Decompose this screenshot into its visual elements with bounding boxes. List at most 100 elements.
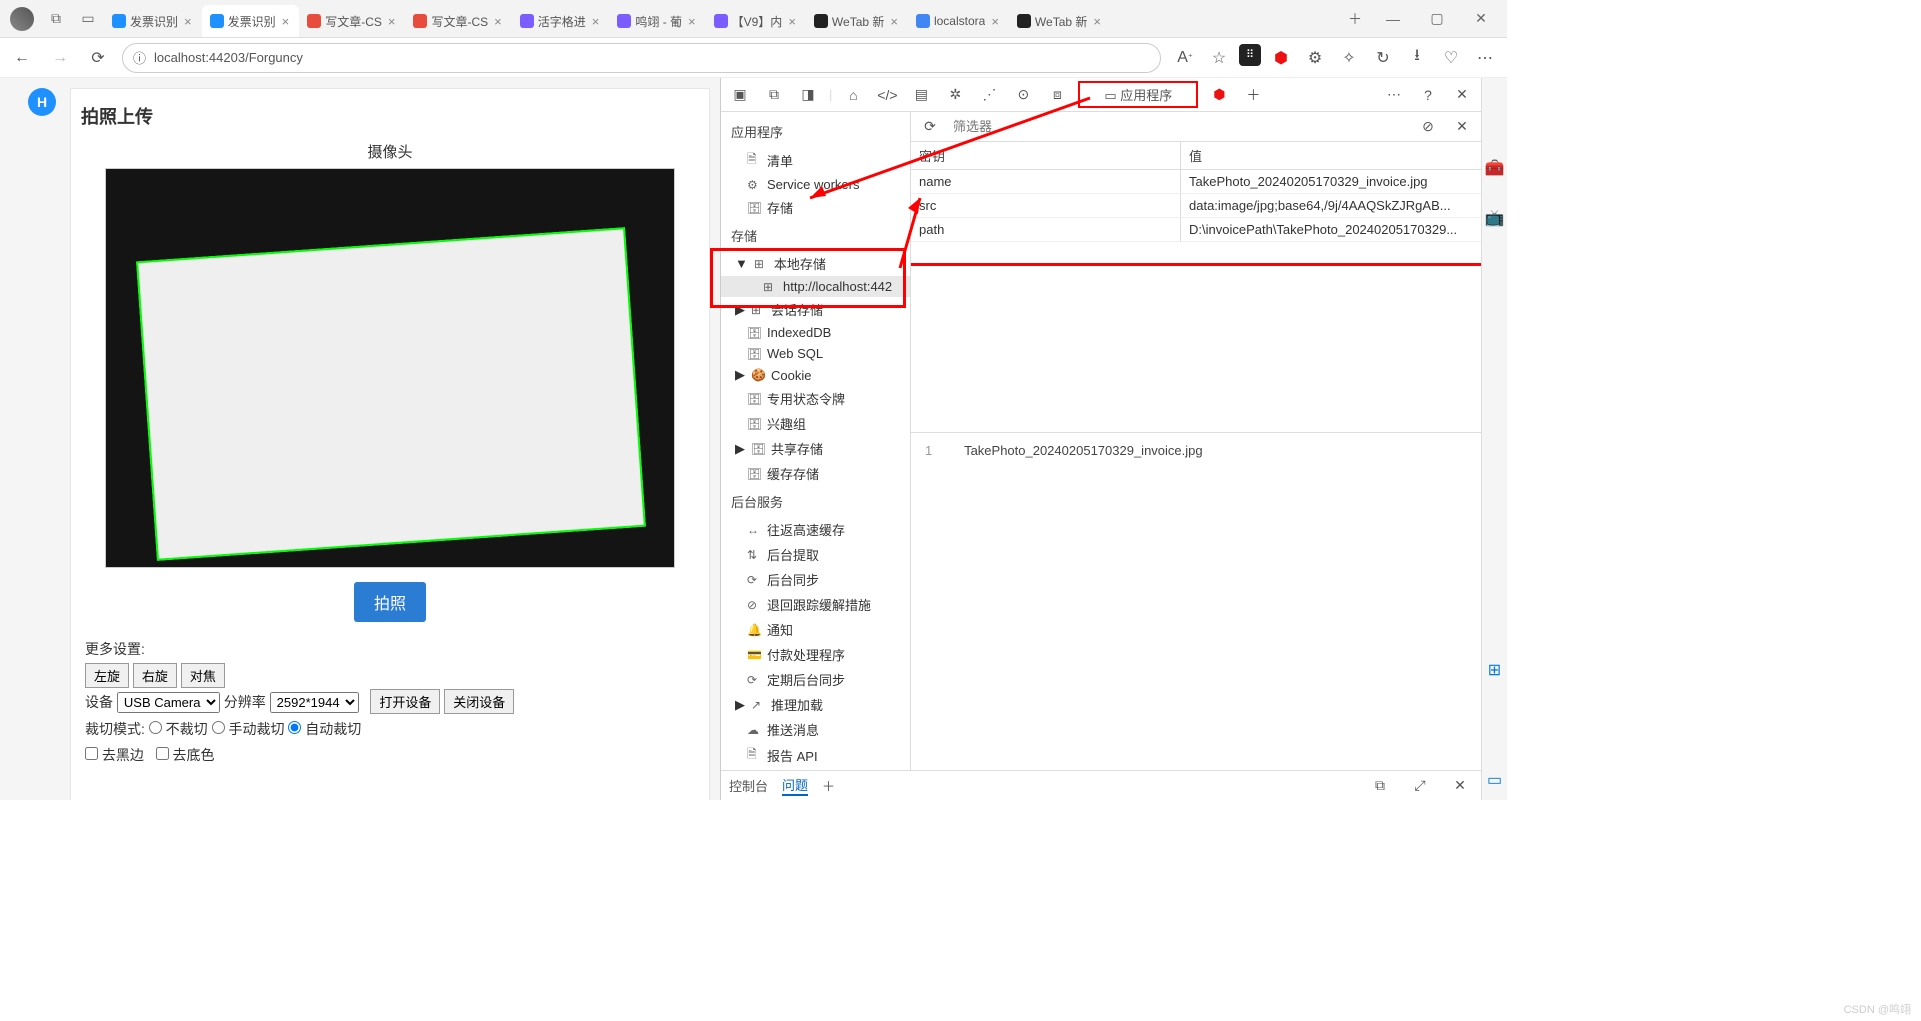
maximize-button[interactable]: ▢ <box>1415 3 1459 35</box>
sidebar-app1-icon[interactable]: 📺 <box>1485 208 1505 228</box>
devtools-menu-icon[interactable]: ⋯ <box>1381 82 1407 108</box>
application-tab[interactable]: ▭ 应用程序 <box>1078 81 1198 108</box>
sidebar-cookies[interactable]: ▶🍪Cookie <box>721 364 910 386</box>
browser-tab[interactable]: WeTab 新× <box>1009 5 1111 37</box>
performance-icon[interactable]: ⊙ <box>1010 82 1036 108</box>
ext1-icon[interactable]: ⠿ <box>1239 44 1261 66</box>
sidebar-local-storage[interactable]: ▼⊞本地存储 <box>721 251 910 276</box>
open-device-button[interactable]: 打开设备 <box>370 689 440 714</box>
more-tabs-button[interactable]: ＋ <box>1240 82 1266 108</box>
sidebar-app2-icon[interactable]: ⊞ <box>1488 660 1501 680</box>
minimize-button[interactable]: ― <box>1371 3 1415 35</box>
sidebar-payment[interactable]: 💳付款处理程序 <box>721 642 910 667</box>
close-tab-icon[interactable]: × <box>590 14 602 29</box>
sidebar-cache-storage[interactable]: 🗄缓存存储 <box>721 461 910 486</box>
sidebar-bfcache[interactable]: ↔往返高速缓存 <box>721 517 910 542</box>
inspect-icon[interactable]: ▣ <box>727 82 753 108</box>
browser-tab[interactable]: 【V9】内× <box>706 5 806 37</box>
focus-button[interactable]: 对焦 <box>181 663 225 688</box>
crop-none-radio[interactable]: 不裁切 <box>149 721 208 737</box>
workspaces-icon[interactable]: ⧉ <box>40 3 72 35</box>
close-tab-icon[interactable]: × <box>280 14 292 29</box>
extensions-icon[interactable]: ⚙ <box>1301 44 1329 72</box>
profile-avatar[interactable] <box>10 7 34 31</box>
col-key[interactable]: 密钥 <box>911 142 1181 169</box>
site-info-icon[interactable]: ⓘ <box>133 48 146 67</box>
device-select[interactable]: USB Camera <box>117 692 220 713</box>
browser-tab[interactable]: localstora× <box>908 5 1009 37</box>
device-icon[interactable]: ⧉ <box>761 82 787 108</box>
clear-storage-icon[interactable]: ⊘ <box>1415 114 1441 140</box>
menu-icon[interactable]: ⋯ <box>1471 44 1499 72</box>
storage-row[interactable]: srcdata:image/jpg;base64,/9j/4AAQSkZJRgA… <box>911 194 1481 218</box>
app-logo[interactable]: H <box>28 88 56 116</box>
network-icon[interactable]: ⋰ <box>976 82 1002 108</box>
browser-tab[interactable]: 鸣翊 - 葡× <box>609 5 705 37</box>
sidebar-websql[interactable]: 🗄Web SQL <box>721 343 910 364</box>
sidebar-reporting[interactable]: 🗎报告 API <box>721 742 910 769</box>
delete-item-icon[interactable]: ✕ <box>1449 114 1475 140</box>
downloads-icon[interactable]: ⭳ <box>1403 44 1431 72</box>
close-tab-icon[interactable]: × <box>182 14 194 29</box>
close-tab-icon[interactable]: × <box>686 14 698 29</box>
close-tab-icon[interactable]: × <box>1091 14 1103 29</box>
sidebar-session-storage[interactable]: ▶⊞会话存储 <box>721 297 910 322</box>
devtools-close-icon[interactable]: ✕ <box>1449 82 1475 108</box>
browser-tab[interactable]: 发票识别× <box>202 5 300 37</box>
sidebar-bg-sync[interactable]: ⟳后台同步 <box>721 567 910 592</box>
sidebar-interest-groups[interactable]: 🗄兴趣组 <box>721 411 910 436</box>
browser-tab[interactable]: 活字格进× <box>512 5 610 37</box>
browser-tab[interactable]: 写文章-CS× <box>405 5 511 37</box>
close-tab-icon[interactable]: × <box>386 14 398 29</box>
url-input[interactable]: ⓘ localhost:44203/Forguncy <box>122 43 1161 73</box>
favorite-icon[interactable]: ☆ <box>1205 44 1233 72</box>
memory-icon[interactable]: ⧈ <box>1044 82 1070 108</box>
drawer-add-tab[interactable]: ＋ <box>822 776 835 795</box>
rotate-right-button[interactable]: 右旋 <box>133 663 177 688</box>
storage-row[interactable]: pathD:\invoicePath\TakePhoto_20240205170… <box>911 218 1481 242</box>
new-tab-button[interactable]: ＋ <box>1339 3 1371 35</box>
favorites-bar-icon[interactable]: ✧ <box>1335 44 1363 72</box>
capture-button[interactable]: 拍照 <box>354 582 426 622</box>
elements-icon[interactable]: </> <box>874 82 900 108</box>
devtools-help-icon[interactable]: ? <box>1415 82 1441 108</box>
browser-tab[interactable]: WeTab 新× <box>806 5 908 37</box>
sidebar-push[interactable]: ☁推送消息 <box>721 717 910 742</box>
close-device-button[interactable]: 关闭设备 <box>444 689 514 714</box>
console-icon[interactable]: ▤ <box>908 82 934 108</box>
sidebar-local-storage-origin[interactable]: ⊞http://localhost:442 <box>721 276 910 297</box>
sidebar-indexeddb[interactable]: 🗄IndexedDB <box>721 322 910 343</box>
storage-filter-input[interactable] <box>951 117 1407 136</box>
close-tab-icon[interactable]: × <box>492 14 504 29</box>
dock-icon[interactable]: ◨ <box>795 82 821 108</box>
sidebar-notifications[interactable]: 🔔通知 <box>721 617 910 642</box>
history-icon[interactable]: ↻ <box>1369 44 1397 72</box>
crop-auto-radio[interactable]: 自动裁切 <box>288 721 361 737</box>
crop-manual-radio[interactable]: 手动裁切 <box>212 721 285 737</box>
drawer-expand-icon[interactable]: ⤢ <box>1407 773 1433 799</box>
resolution-select[interactable]: 2592*1944 <box>270 692 359 713</box>
rotate-left-button[interactable]: 左旋 <box>85 663 129 688</box>
reader-icon[interactable]: A⁺ <box>1171 44 1199 72</box>
browser-tab[interactable]: 发票识别× <box>104 5 202 37</box>
sidebar-state-tokens[interactable]: 🗄专用状态令牌 <box>721 386 910 411</box>
sidebar-bg-fetch[interactable]: ⇅后台提取 <box>721 542 910 567</box>
sources-icon[interactable]: ✲ <box>942 82 968 108</box>
back-button[interactable]: ← <box>8 44 36 72</box>
sidebar-bounce[interactable]: ⊘退回跟踪缓解措施 <box>721 592 910 617</box>
security-icon[interactable]: ⬢ <box>1206 82 1232 108</box>
close-tab-icon[interactable]: × <box>786 14 798 29</box>
welcome-icon[interactable]: ⌂ <box>840 82 866 108</box>
ublock-icon[interactable]: ⬢ <box>1267 44 1295 72</box>
sidebar-manifest[interactable]: 🗎清单 <box>721 147 910 174</box>
remove-bg-checkbox[interactable]: 去底色 <box>156 747 215 763</box>
browser-tab[interactable]: 写文章-CS× <box>299 5 405 37</box>
drawer-issues-tab[interactable]: 问题 <box>782 775 808 796</box>
remove-black-checkbox[interactable]: 去黑边 <box>85 747 144 763</box>
sidebar-storage-overview[interactable]: 🗄存储 <box>721 195 910 220</box>
close-tab-icon[interactable]: × <box>989 14 1001 29</box>
sidebar-service-workers[interactable]: ⚙Service workers <box>721 174 910 195</box>
close-window-button[interactable]: ✕ <box>1459 3 1503 35</box>
drawer-console-tab[interactable]: 控制台 <box>729 776 768 795</box>
refresh-storage-icon[interactable]: ⟳ <box>917 114 943 140</box>
